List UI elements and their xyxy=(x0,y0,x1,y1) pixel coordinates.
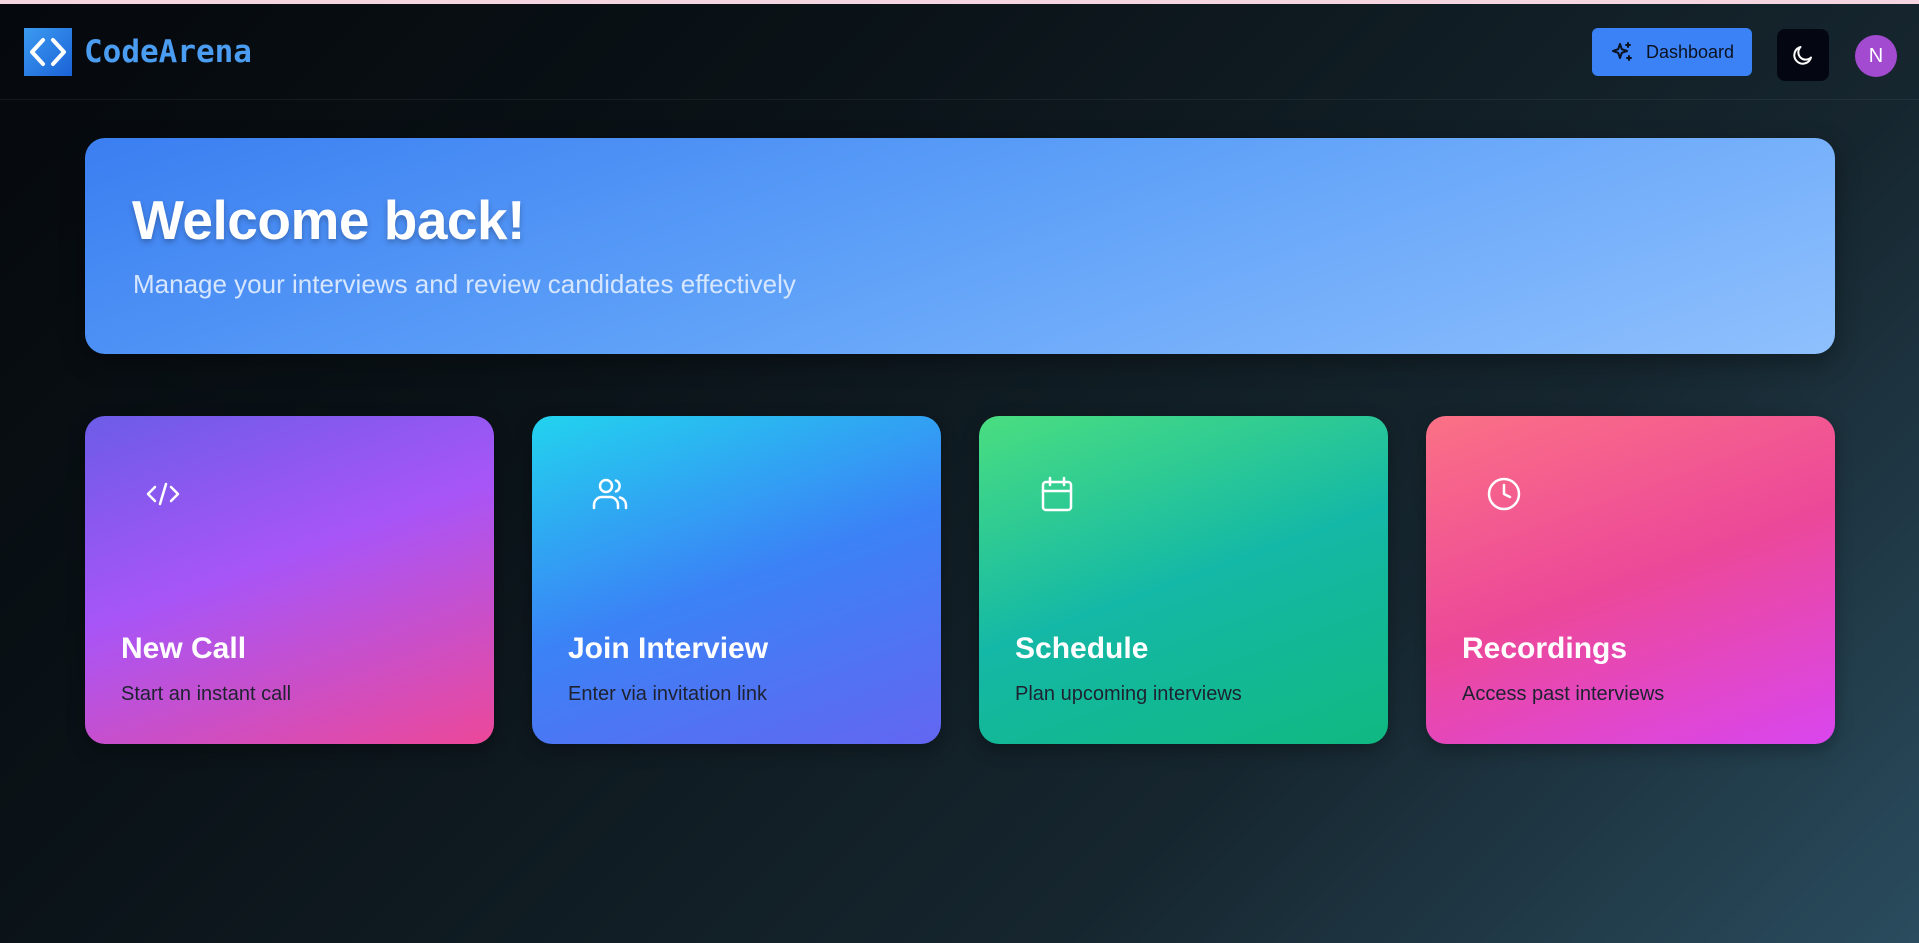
card-description: Access past interviews xyxy=(1462,683,1665,705)
card-description: Start an instant call xyxy=(121,683,292,705)
new-call-card[interactable]: New Call Start an instant call xyxy=(85,416,494,744)
dashboard-button[interactable]: Dashboard xyxy=(1592,28,1752,76)
moon-icon xyxy=(1793,46,1812,65)
join-interview-card[interactable]: Join Interview Enter via invitation link xyxy=(532,416,941,744)
card-title: New Call xyxy=(121,632,247,665)
card-description: Plan upcoming interviews xyxy=(1015,683,1242,705)
user-avatar[interactable]: N xyxy=(1855,35,1897,77)
avatar-initial: N xyxy=(1868,44,1884,67)
app-name: CodeArena xyxy=(84,34,252,70)
card-title: Join Interview xyxy=(568,632,769,665)
code-icon xyxy=(146,482,180,506)
schedule-card[interactable]: Schedule Plan upcoming interviews xyxy=(979,416,1388,744)
calendar-icon xyxy=(1041,476,1073,512)
sparkles-icon xyxy=(1611,42,1632,61)
theme-toggle-button[interactable] xyxy=(1777,29,1829,81)
welcome-subtitle: Manage your interviews and review candid… xyxy=(133,269,796,299)
app-header: CodeArena Dashboard N xyxy=(0,4,1919,100)
code-brackets-icon xyxy=(24,28,72,76)
users-icon xyxy=(592,478,628,510)
card-title: Recordings xyxy=(1462,632,1628,665)
recordings-card[interactable]: Recordings Access past interviews xyxy=(1426,416,1835,744)
app-logo[interactable]: CodeArena xyxy=(24,28,252,76)
welcome-title: Welcome back! xyxy=(132,189,525,251)
card-description: Enter via invitation link xyxy=(568,683,767,705)
clock-icon xyxy=(1487,477,1521,511)
card-title: Schedule xyxy=(1015,632,1149,665)
dashboard-button-label: Dashboard xyxy=(1645,41,1735,62)
welcome-banner: Welcome back! Manage your interviews and… xyxy=(85,138,1835,354)
